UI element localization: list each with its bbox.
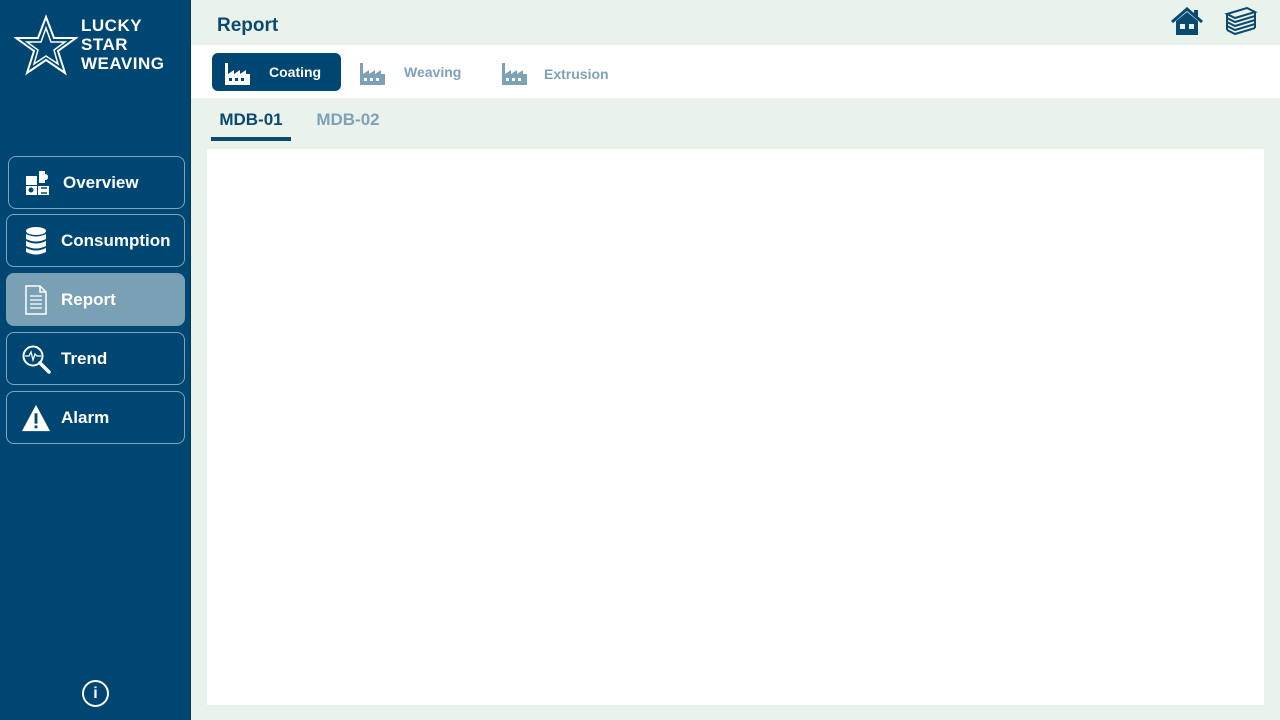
sidebar-item-label: Alarm [61, 407, 110, 427]
plant-tab-bar: Coating Weaving Extrusion [191, 45, 1280, 98]
sidebar-item-label: Report [61, 289, 116, 309]
brand-logo[interactable]: LUCKY STAR WEAVING [14, 14, 184, 80]
page-title: Report [217, 15, 279, 36]
magnifier-pulse-icon [21, 344, 51, 374]
brand-line-1: LUCKY [81, 16, 143, 35]
sidebar-item-overview[interactable]: Overview [8, 156, 185, 209]
factory-icon [222, 57, 252, 87]
sidebar: LUCKY STAR WEAVING Overview Consumption … [0, 0, 191, 720]
layers-button[interactable] [1224, 6, 1258, 39]
sidebar-item-alarm[interactable]: Alarm [6, 391, 185, 444]
sidebar-item-trend[interactable]: Trend [6, 332, 185, 385]
report-content-panel [207, 149, 1264, 705]
database-icon [21, 226, 51, 256]
warning-icon [21, 403, 51, 433]
brand-line-2: STAR [81, 35, 129, 54]
layers-icon [1224, 6, 1258, 36]
sidebar-item-consumption[interactable]: Consumption [6, 214, 185, 267]
home-button[interactable] [1170, 7, 1204, 39]
brand-line-3: WEAVING [81, 54, 165, 73]
document-icon [21, 284, 51, 315]
puzzle-icon [23, 168, 53, 198]
tab-label: Coating [269, 64, 322, 80]
sidebar-item-label: Consumption [61, 230, 171, 250]
info-icon: i [93, 684, 98, 702]
tab-label: Extrusion [544, 65, 609, 82]
tab-label: Weaving [404, 64, 462, 80]
sidebar-item-label: Trend [61, 348, 108, 368]
sidebar-item-report[interactable]: Report [6, 273, 185, 326]
brand-name: LUCKY STAR WEAVING [81, 16, 164, 73]
factory-icon [499, 57, 529, 87]
factory-icon [357, 57, 387, 87]
star-logo-icon [14, 14, 78, 76]
tab-mdb-02[interactable]: MDB-02 [308, 106, 388, 141]
sidebar-item-label: Overview [63, 172, 139, 192]
tab-weaving[interactable]: Weaving [357, 53, 477, 91]
info-button[interactable]: i [82, 680, 109, 707]
tab-coating[interactable]: Coating [212, 53, 341, 91]
tab-mdb-01[interactable]: MDB-01 [211, 106, 291, 141]
tab-extrusion[interactable]: Extrusion [499, 53, 629, 91]
home-icon [1171, 7, 1203, 35]
